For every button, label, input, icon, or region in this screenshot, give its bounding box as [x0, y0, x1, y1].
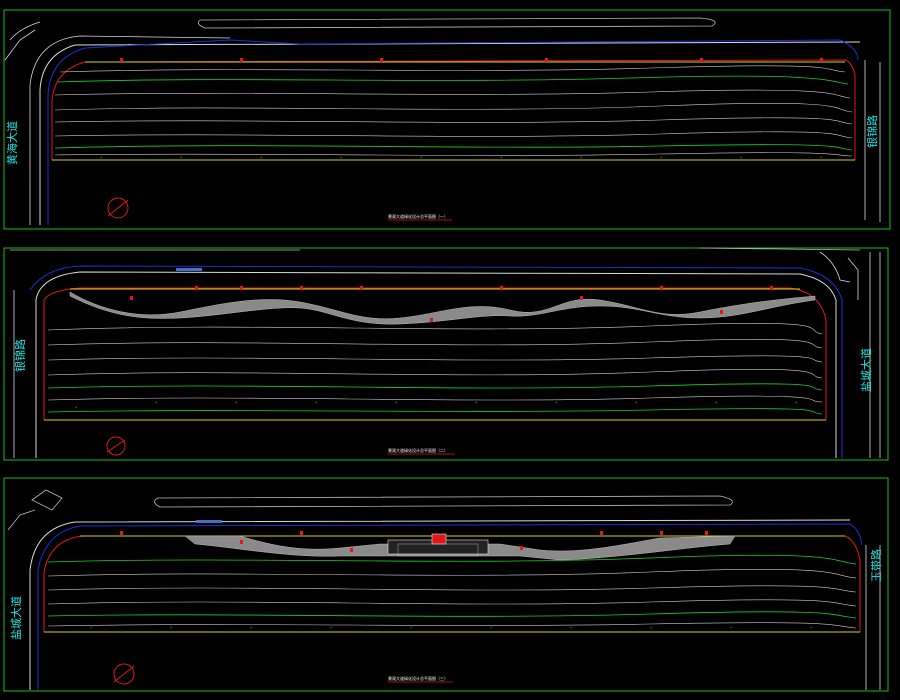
- svg-text:*: *: [570, 626, 573, 631]
- svg-text:*: *: [795, 401, 798, 406]
- meandering-path: [69, 291, 816, 325]
- contour-line: [54, 117, 853, 125]
- plan-panel-3: * * * * * * * * * * 盐城大道 玉带路 景观大道绿化设计总平面图（三）: [3, 477, 889, 692]
- svg-text:*: *: [315, 401, 318, 406]
- contour-line: [54, 152, 853, 157]
- contour-line: [47, 554, 857, 565]
- svg-text:*: *: [170, 626, 173, 631]
- panel-frame: [3, 247, 889, 461]
- road-label-left: 黄海大道: [5, 121, 19, 165]
- svg-text:*: *: [395, 401, 398, 406]
- contour-line: [47, 338, 823, 349]
- svg-text:*: *: [235, 401, 238, 406]
- contour-line: [47, 355, 823, 363]
- svg-text:*: *: [75, 406, 78, 411]
- road-label-right: 银锦路: [865, 115, 879, 148]
- contour-line: [59, 65, 846, 73]
- svg-text:*: *: [410, 626, 413, 631]
- plaza-structure: [431, 533, 447, 545]
- road-edge: [847, 257, 859, 300]
- svg-text:*: *: [635, 401, 638, 406]
- road-edge: [29, 35, 231, 225]
- north-arrow-icon: [107, 197, 129, 219]
- road-edge: [7, 509, 36, 531]
- road-edge: [9, 21, 41, 41]
- svg-text:*: *: [650, 626, 653, 631]
- cad-plan-canvas: * * * * * * * * * * 黄海大道 银锦路 景观大道绿化设计总平面图（一）: [3, 9, 891, 692]
- drawing-title: 景观大道绿化设计总平面图（一）: [388, 213, 448, 219]
- contour-line: [47, 323, 823, 335]
- plan-panel-2: * * * * * * * * * * 银锦路 盐城大道 景观大道绿化设计总平面图（二）: [3, 247, 889, 461]
- road-median: [154, 495, 733, 508]
- contour-line: [54, 89, 851, 99]
- road-edge: [4, 29, 36, 61]
- north-arrow-icon: [113, 663, 135, 685]
- svg-text:*: *: [490, 626, 493, 631]
- road-label-right: 玉带路: [870, 549, 883, 582]
- road-median: [197, 17, 716, 29]
- contour-line: [47, 383, 823, 391]
- contour-line: [47, 599, 857, 607]
- contour-line: [57, 75, 849, 85]
- contour-line: [47, 585, 857, 593]
- site-boundary: [43, 287, 827, 420]
- svg-text:*: *: [90, 626, 93, 631]
- road-outline: [47, 39, 859, 225]
- north-arrow-icon: [106, 436, 126, 456]
- road-outline: [29, 265, 843, 458]
- contour-line: [47, 568, 857, 579]
- svg-text:*: *: [810, 626, 813, 631]
- contour-line: [54, 144, 853, 151]
- road-edge: [39, 41, 861, 225]
- svg-text:*: *: [330, 626, 333, 631]
- road-island: [31, 489, 63, 511]
- svg-text:*: *: [555, 401, 558, 406]
- label-highlight: [196, 520, 222, 523]
- drawing-title: 景观大道绿化设计总平面图（二）: [388, 447, 448, 453]
- plan-panel-1: * * * * * * * * * * 黄海大道 银锦路 景观大道绿化设计总平面图（一）: [3, 9, 891, 230]
- contour-line: [54, 131, 853, 139]
- svg-text:*: *: [250, 626, 253, 631]
- planting-markers: * * * * * * * * * *: [90, 626, 813, 631]
- contour-line: [47, 611, 857, 619]
- contour-line: [47, 408, 823, 415]
- road-label-right: 盐城大道: [859, 348, 873, 392]
- label-highlight: [176, 268, 202, 271]
- panel-frame: [3, 477, 889, 692]
- road-label-left: 银锦路: [13, 339, 27, 372]
- contour-line: [54, 102, 853, 113]
- contour-line: [47, 395, 823, 403]
- drawing-title: 景观大道绿化设计总平面图（三）: [388, 675, 448, 681]
- svg-text:*: *: [155, 401, 158, 406]
- svg-text:*: *: [715, 401, 718, 406]
- svg-text:*: *: [475, 401, 478, 406]
- contour-line: [47, 368, 823, 379]
- road-label-left: 盐城大道: [9, 596, 23, 640]
- svg-text:*: *: [730, 626, 733, 631]
- road-edge: [35, 271, 837, 458]
